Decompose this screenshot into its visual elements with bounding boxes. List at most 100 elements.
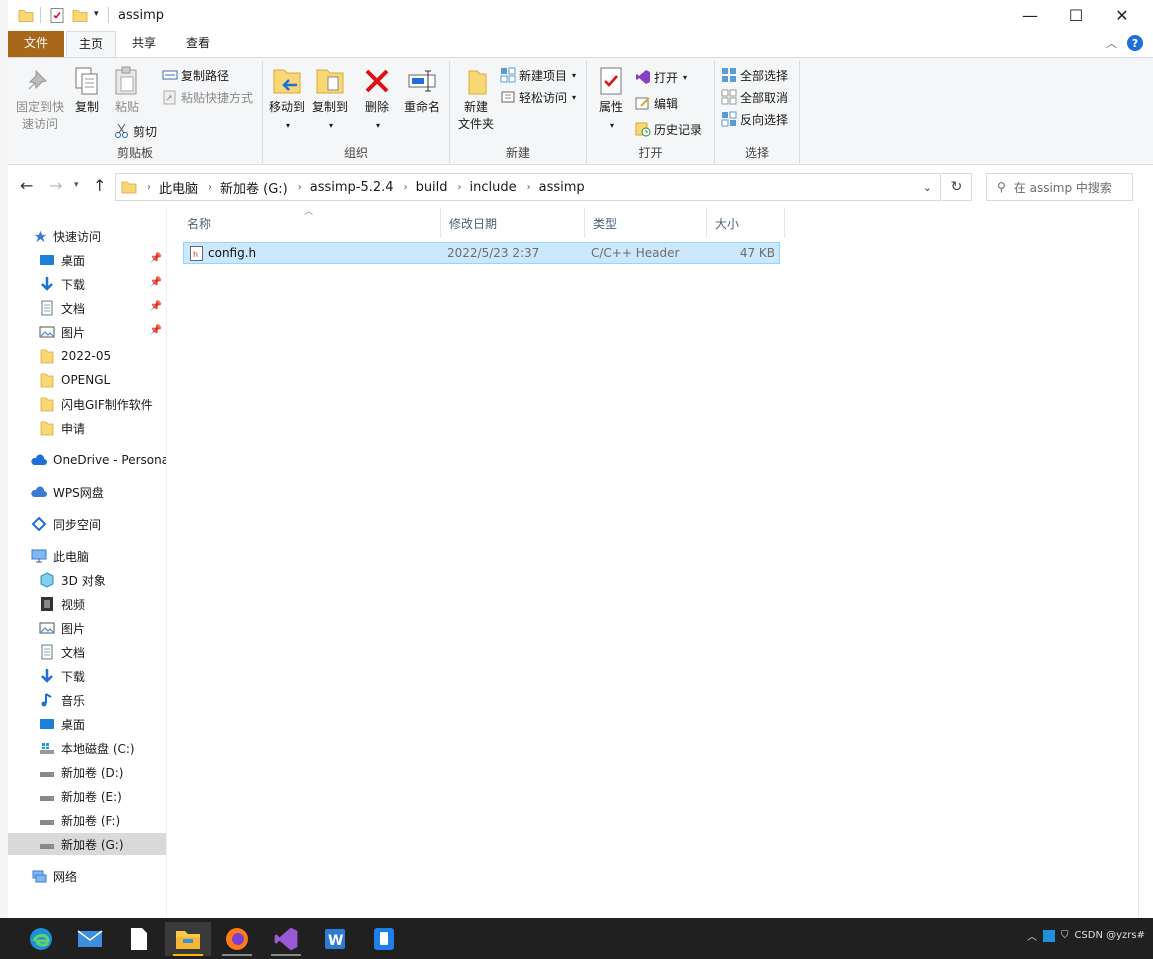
taskbar-firefox-button[interactable] xyxy=(214,922,260,956)
nav-drive-e[interactable]: 新加卷 (E:) xyxy=(8,785,166,807)
nav-pc-desktop[interactable]: 桌面 xyxy=(8,713,166,735)
nav-music[interactable]: 音乐 xyxy=(8,689,166,711)
open-button[interactable]: 打开 ▾ xyxy=(635,67,687,87)
close-button[interactable]: ✕ xyxy=(1099,0,1145,31)
nav-downloads[interactable]: 下载 📌 xyxy=(8,273,166,295)
column-header-size[interactable]: 大小 xyxy=(707,208,785,238)
svg-text:h: h xyxy=(193,250,198,259)
breadcrumb-this-pc[interactable]: 此电脑 xyxy=(159,178,198,197)
copy-path-button[interactable]: 复制路径 xyxy=(162,65,229,85)
minimize-button[interactable]: — xyxy=(1007,0,1053,31)
taskbar-file-explorer-button[interactable] xyxy=(165,922,211,956)
vertical-scrollbar[interactable] xyxy=(1138,208,1146,918)
refresh-button[interactable]: ↻ xyxy=(942,173,972,201)
nav-3d-objects[interactable]: 3D 对象 xyxy=(8,569,166,591)
forward-arrow-icon[interactable]: → xyxy=(49,176,62,195)
title-divider xyxy=(108,7,109,23)
move-to-button[interactable]: 移动到 ▾ xyxy=(267,65,307,134)
nav-pc-pictures[interactable]: 图片 xyxy=(8,617,166,639)
nav-this-pc[interactable]: 此电脑 xyxy=(8,545,166,567)
nav-drive-d[interactable]: 新加卷 (D:) xyxy=(8,761,166,783)
breadcrumb-build[interactable]: build xyxy=(416,180,448,195)
new-folder-quick-icon[interactable] xyxy=(72,7,88,24)
select-none-icon xyxy=(721,89,737,105)
customize-quick-access-icon[interactable]: ▾ xyxy=(94,9,99,19)
search-box[interactable]: ⚲ 在 assimp 中搜索 xyxy=(986,173,1133,201)
taskbar-visual-studio-button[interactable] xyxy=(263,922,309,956)
nav-pc-documents[interactable]: 文档 xyxy=(8,641,166,663)
copy-path-icon xyxy=(162,70,178,80)
column-header-type[interactable]: 类型 xyxy=(585,208,707,238)
folder-icon xyxy=(40,373,54,388)
back-arrow-icon[interactable]: ← xyxy=(20,176,33,195)
nav-wps-drive[interactable]: WPS网盘 xyxy=(8,481,166,503)
tab-view[interactable]: 查看 xyxy=(174,31,222,57)
nav-folder-2022-05[interactable]: 2022-05 xyxy=(8,345,166,367)
folder-icon xyxy=(121,181,137,194)
nav-network[interactable]: 网络 xyxy=(8,865,166,887)
breadcrumb-assimp-524[interactable]: assimp-5.2.4 xyxy=(310,180,394,195)
column-header-modified[interactable]: 修改日期 xyxy=(441,208,585,238)
cut-button[interactable]: 剪切 xyxy=(114,121,157,141)
tab-share[interactable]: 共享 xyxy=(120,31,168,57)
breadcrumb-assimp[interactable]: assimp xyxy=(539,180,585,195)
nav-pc-downloads[interactable]: 下载 xyxy=(8,665,166,687)
select-all-button[interactable]: 全部选择 xyxy=(721,65,788,85)
taskbar-app-button[interactable] xyxy=(361,922,407,956)
nav-drive-g[interactable]: 新加卷 (G:) xyxy=(8,833,166,855)
taskbar-mail-button[interactable] xyxy=(67,922,113,956)
tab-home[interactable]: 主页 xyxy=(66,31,116,58)
nav-sync-space[interactable]: 同步空间 xyxy=(8,513,166,535)
tray-app-icon[interactable] xyxy=(1042,929,1055,942)
nav-folder-label: OPENGL xyxy=(61,373,111,387)
nav-folder-apply[interactable]: 申请 xyxy=(8,417,166,439)
paste-button[interactable]: 粘贴 xyxy=(110,65,144,116)
nav-folder-opengl[interactable]: OPENGL xyxy=(8,369,166,391)
paste-shortcut-button[interactable]: 粘贴快捷方式 xyxy=(162,87,253,107)
properties-button[interactable]: 属性 ▾ xyxy=(593,65,629,134)
recent-locations-icon[interactable]: ▾ xyxy=(74,180,79,190)
properties-quick-icon[interactable] xyxy=(49,7,65,24)
address-dropdown-icon[interactable]: ⌄ xyxy=(923,181,932,194)
breadcrumb-include[interactable]: include xyxy=(470,180,517,195)
invert-selection-button[interactable]: 反向选择 xyxy=(721,109,788,129)
edit-button[interactable]: 编辑 xyxy=(635,93,678,113)
tab-file[interactable]: 文件 xyxy=(8,31,64,57)
collapse-ribbon-icon[interactable]: ︿ xyxy=(1106,35,1117,51)
copy-button[interactable]: 复制 xyxy=(70,65,104,116)
nav-videos[interactable]: 视频 xyxy=(8,593,166,615)
nav-documents[interactable]: 文档 📌 xyxy=(8,297,166,319)
taskbar-word-button[interactable]: W xyxy=(312,922,358,956)
pin-quick-access-button[interactable]: 固定到快 速访问 xyxy=(12,65,68,133)
history-button[interactable]: 历史记录 xyxy=(635,119,702,139)
nav-drive-f[interactable]: 新加卷 (F:) xyxy=(8,809,166,831)
nav-pictures[interactable]: 图片 📌 xyxy=(8,321,166,343)
rename-button[interactable]: 重命名 xyxy=(401,65,443,116)
delete-button[interactable]: 删除 ▾ xyxy=(361,65,393,134)
up-arrow-icon[interactable]: ↑ xyxy=(93,176,106,195)
nav-quick-access[interactable]: 快速访问 xyxy=(8,225,166,247)
select-none-button[interactable]: 全部取消 xyxy=(721,87,788,107)
easy-access-button[interactable]: 轻松访问 ▾ xyxy=(500,87,576,107)
ribbon: 固定到快 速访问 复制 粘贴 复制路径 粘贴快捷方式 剪切 剪贴板 移动到 ▾ … xyxy=(8,57,1153,165)
history-icon xyxy=(635,122,651,137)
file-row[interactable]: h config.h 2022/5/23 2:37 C/C++ Header 4… xyxy=(183,242,780,264)
firefox-icon xyxy=(226,928,248,950)
breadcrumb-drive-g[interactable]: 新加卷 (G:) xyxy=(220,178,288,197)
copy-to-button[interactable]: 复制到 ▾ xyxy=(310,65,350,134)
show-hidden-icons-icon[interactable]: ︿ xyxy=(1027,928,1037,943)
help-icon[interactable]: ? xyxy=(1127,35,1143,51)
maximize-button[interactable]: ☐ xyxy=(1053,0,1099,31)
nav-folder-gif-tool[interactable]: 闪电GIF制作软件 xyxy=(8,393,166,415)
address-bar[interactable]: › 此电脑 › 新加卷 (G:) › assimp-5.2.4 › build … xyxy=(115,173,941,201)
column-header-name[interactable]: 名称 xyxy=(179,208,441,238)
taskbar-edge-button[interactable] xyxy=(18,922,64,956)
nav-desktop[interactable]: 桌面 📌 xyxy=(8,249,166,271)
taskbar-notepad-button[interactable] xyxy=(116,922,162,956)
tray-shield-icon[interactable]: ⛉ xyxy=(1061,930,1069,941)
new-folder-button[interactable]: 新建 文件夹 xyxy=(454,65,498,133)
nav-onedrive[interactable]: OneDrive - Persona xyxy=(8,449,166,471)
new-item-button[interactable]: 新建项目 ▾ xyxy=(500,65,576,85)
nav-drive-c[interactable]: 本地磁盘 (C:) xyxy=(8,737,166,759)
breadcrumb-separator-icon: › xyxy=(297,181,302,193)
